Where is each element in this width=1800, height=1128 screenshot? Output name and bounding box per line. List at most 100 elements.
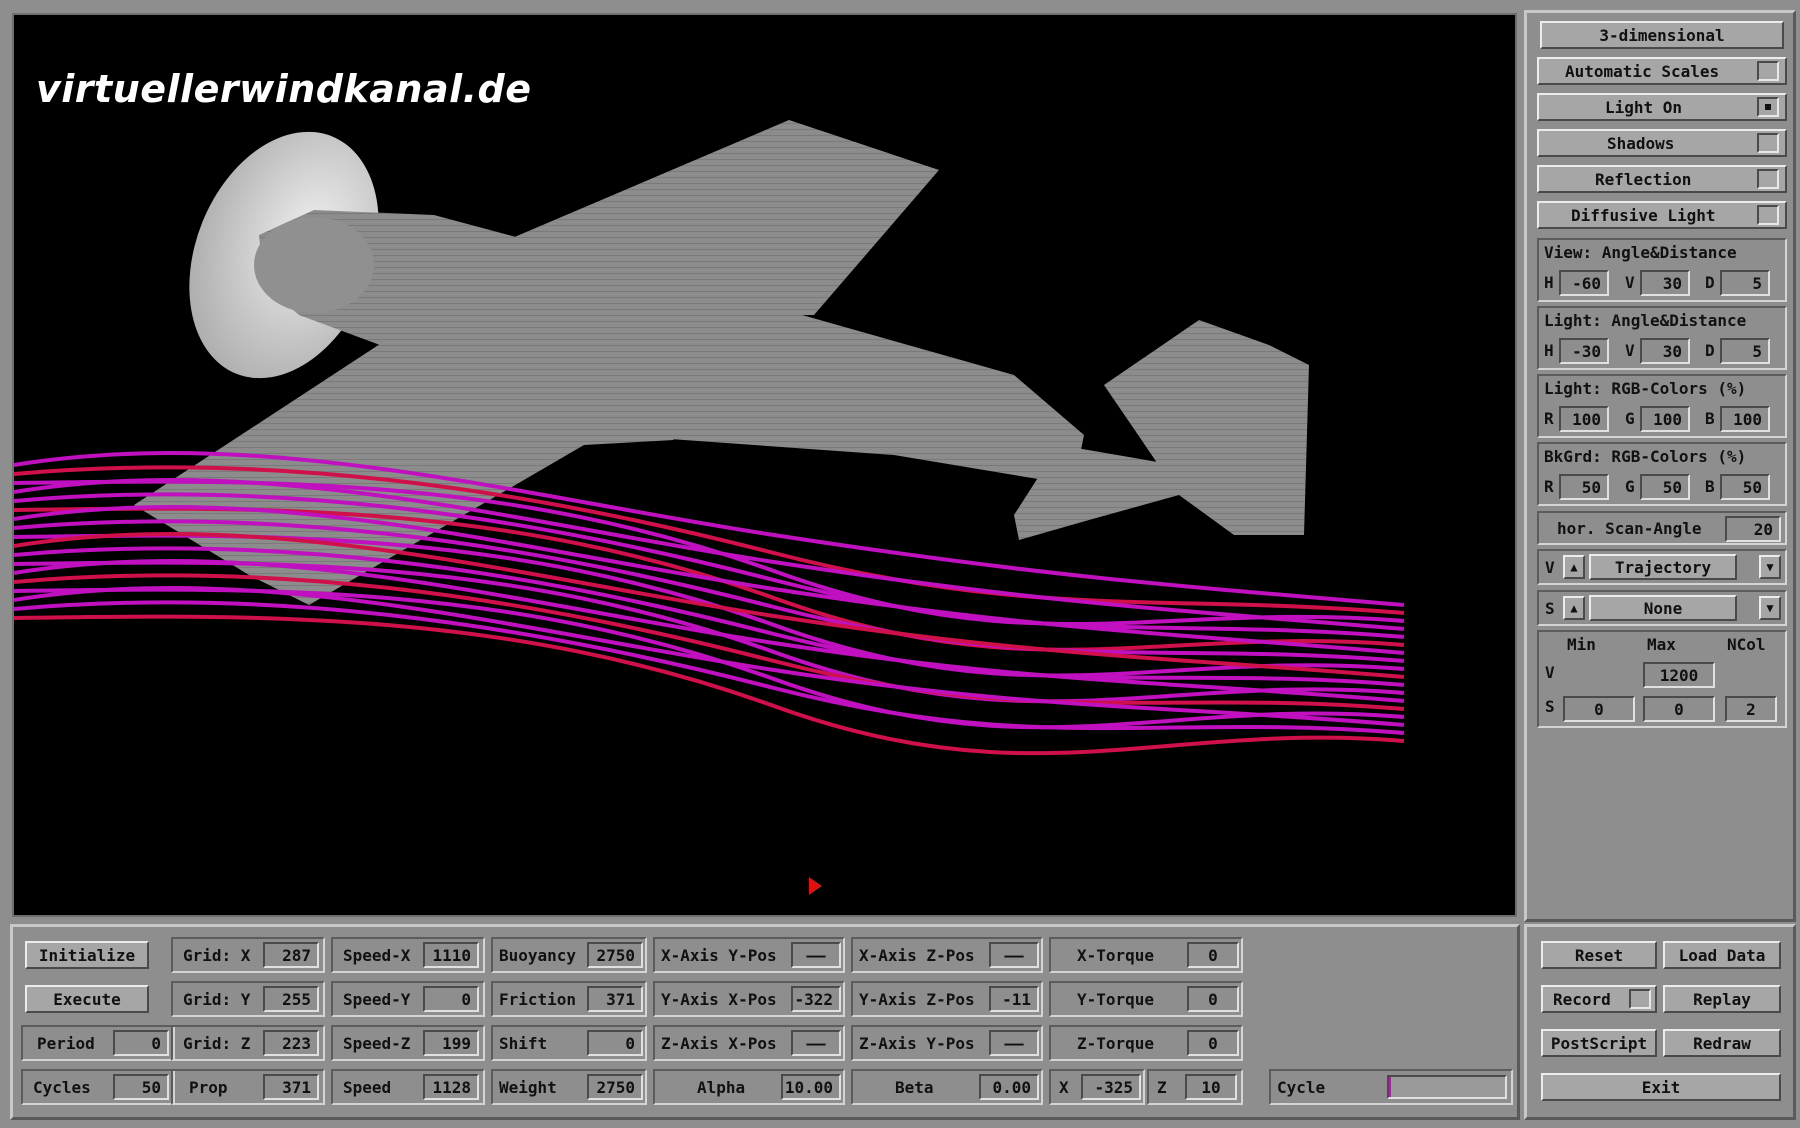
checkbox[interactable] bbox=[1629, 989, 1651, 1009]
grid-x-field[interactable]: 287 bbox=[263, 942, 319, 968]
grid-z-field[interactable]: 223 bbox=[263, 1030, 319, 1056]
record-toggle[interactable]: Record bbox=[1541, 985, 1657, 1013]
speed-z-field[interactable]: 199 bbox=[423, 1030, 479, 1056]
toggle-label: Light On bbox=[1605, 97, 1683, 117]
v-variable-select[interactable]: Trajectory bbox=[1589, 554, 1737, 580]
period-field[interactable]: 0 bbox=[113, 1030, 169, 1056]
s-dropdown-arrow-icon[interactable]: ▼ bbox=[1759, 596, 1781, 620]
scan-angle-field[interactable]: 20 bbox=[1725, 516, 1781, 542]
max-label: Max bbox=[1647, 635, 1676, 654]
zaxis-xpos-field[interactable]: —— bbox=[791, 1030, 841, 1056]
toggle-label: Shadows bbox=[1607, 133, 1675, 153]
alpha-field[interactable]: 10.00 bbox=[781, 1074, 841, 1100]
prop-field[interactable]: 371 bbox=[263, 1074, 319, 1100]
load-data-button[interactable]: Load Data bbox=[1663, 941, 1781, 969]
s-min-field[interactable]: 0 bbox=[1563, 696, 1635, 722]
y-torque-field[interactable]: 0 bbox=[1187, 986, 1239, 1012]
light-d-field[interactable]: 5 bbox=[1720, 338, 1770, 364]
bkgrd-b-field[interactable]: 50 bbox=[1720, 474, 1770, 500]
mode-3d-button[interactable]: 3-dimensional bbox=[1540, 21, 1784, 49]
buoyancy-field[interactable]: 2750 bbox=[587, 942, 643, 968]
speed-x-field[interactable]: 1110 bbox=[423, 942, 479, 968]
grid-y-field[interactable]: 255 bbox=[263, 986, 319, 1012]
record-label: Record bbox=[1553, 989, 1611, 1009]
group-title: BkGrd: RGB-Colors (%) bbox=[1544, 447, 1747, 466]
v-dropdown-arrow-icon[interactable]: ▼ bbox=[1759, 555, 1781, 579]
xaxis-ypos-field[interactable]: —— bbox=[791, 942, 841, 968]
postscript-button[interactable]: PostScript bbox=[1541, 1029, 1657, 1057]
v-max-field[interactable]: 1200 bbox=[1643, 662, 1715, 688]
light-g-field[interactable]: 100 bbox=[1640, 406, 1690, 432]
exit-button[interactable]: Exit bbox=[1541, 1073, 1781, 1101]
scale-range-group: Min Max NCol V 1200 S 0 0 2 bbox=[1537, 630, 1787, 728]
checkbox[interactable] bbox=[1757, 61, 1779, 81]
view-d-field[interactable]: 5 bbox=[1720, 270, 1770, 296]
period-label: Period bbox=[37, 1034, 95, 1053]
watermark-text: virtuellerwindkanal.de bbox=[36, 67, 532, 111]
beta-field[interactable]: 0.00 bbox=[979, 1074, 1039, 1100]
group-title: Light: Angle&Distance bbox=[1544, 311, 1747, 330]
friction-field[interactable]: 371 bbox=[587, 986, 643, 1012]
light-on-toggle[interactable]: Light On bbox=[1537, 93, 1787, 121]
diffusive-light-toggle[interactable]: Diffusive Light bbox=[1537, 201, 1787, 229]
min-label: Min bbox=[1567, 635, 1596, 654]
execute-button[interactable]: Execute bbox=[25, 985, 149, 1013]
yaxis-xpos-field[interactable]: -322 bbox=[791, 986, 841, 1012]
z-torque-field[interactable]: 0 bbox=[1187, 1030, 1239, 1056]
shadows-toggle[interactable]: Shadows bbox=[1537, 129, 1787, 157]
x-pos-group: X -325 bbox=[1049, 1069, 1145, 1105]
checkbox[interactable] bbox=[1757, 205, 1779, 225]
y-torque-label: Y-Torque bbox=[1077, 990, 1155, 1009]
h-label: H bbox=[1544, 341, 1554, 360]
zaxis-ypos-field[interactable]: —— bbox=[989, 1030, 1039, 1056]
weight-field[interactable]: 2750 bbox=[587, 1074, 643, 1100]
bkgrd-g-field[interactable]: 50 bbox=[1640, 474, 1690, 500]
reflection-toggle[interactable]: Reflection bbox=[1537, 165, 1787, 193]
render-viewport[interactable]: virtuellerwindkanal.de bbox=[12, 13, 1517, 917]
alpha-group: Alpha 10.00 bbox=[653, 1069, 845, 1105]
period-group: Period 0 bbox=[21, 1025, 175, 1061]
light-h-field[interactable]: -30 bbox=[1559, 338, 1609, 364]
s-variable-select[interactable]: None bbox=[1589, 595, 1737, 621]
x-pos-field[interactable]: -325 bbox=[1081, 1074, 1141, 1100]
xaxis-zpos-field[interactable]: —— bbox=[989, 942, 1039, 968]
s-ncol-field[interactable]: 2 bbox=[1725, 696, 1777, 722]
view-v-field[interactable]: 30 bbox=[1640, 270, 1690, 296]
yaxis-zpos-field[interactable]: -11 bbox=[989, 986, 1039, 1012]
checkbox[interactable] bbox=[1757, 133, 1779, 153]
speed-y-group: Speed-Y 0 bbox=[331, 981, 485, 1017]
group-title: View: Angle&Distance bbox=[1544, 243, 1737, 262]
d-label: D bbox=[1705, 341, 1715, 360]
z-pos-field[interactable]: 10 bbox=[1185, 1074, 1237, 1100]
s-up-arrow-icon[interactable]: ▲ bbox=[1563, 596, 1585, 620]
v-up-arrow-icon[interactable]: ▲ bbox=[1563, 555, 1585, 579]
checkbox[interactable] bbox=[1757, 169, 1779, 189]
reset-button[interactable]: Reset bbox=[1541, 941, 1657, 969]
speed-field[interactable]: 1128 bbox=[423, 1074, 479, 1100]
light-angle-group: Light: Angle&Distance H -30 V 30 D 5 bbox=[1537, 306, 1787, 370]
light-r-field[interactable]: 100 bbox=[1559, 406, 1609, 432]
speed-label: Speed bbox=[343, 1078, 392, 1097]
beta-label: Beta bbox=[895, 1078, 934, 1097]
replay-button[interactable]: Replay bbox=[1663, 985, 1781, 1013]
light-v-field[interactable]: 30 bbox=[1640, 338, 1690, 364]
alpha-label: Alpha bbox=[697, 1078, 746, 1097]
initialize-button[interactable]: Initialize bbox=[25, 941, 149, 969]
speed-z-label: Speed-Z bbox=[343, 1034, 411, 1053]
view-h-field[interactable]: -60 bbox=[1559, 270, 1609, 296]
prop-label: Prop bbox=[189, 1078, 228, 1097]
bkgrd-r-field[interactable]: 50 bbox=[1559, 474, 1609, 500]
x-torque-field[interactable]: 0 bbox=[1187, 942, 1239, 968]
s-max-field[interactable]: 0 bbox=[1643, 696, 1715, 722]
friction-label: Friction bbox=[499, 990, 577, 1009]
redraw-button[interactable]: Redraw bbox=[1663, 1029, 1781, 1057]
light-b-field[interactable]: 100 bbox=[1720, 406, 1770, 432]
toggle-label: Reflection bbox=[1595, 169, 1692, 189]
speed-y-field[interactable]: 0 bbox=[423, 986, 479, 1012]
speed-x-group: Speed-X 1110 bbox=[331, 937, 485, 973]
shift-field[interactable]: 0 bbox=[587, 1030, 643, 1056]
z-torque-label: Z-Torque bbox=[1077, 1034, 1155, 1053]
automatic-scales-toggle[interactable]: Automatic Scales bbox=[1537, 57, 1787, 85]
checkbox[interactable] bbox=[1757, 97, 1779, 117]
cycles-field[interactable]: 50 bbox=[113, 1074, 169, 1100]
